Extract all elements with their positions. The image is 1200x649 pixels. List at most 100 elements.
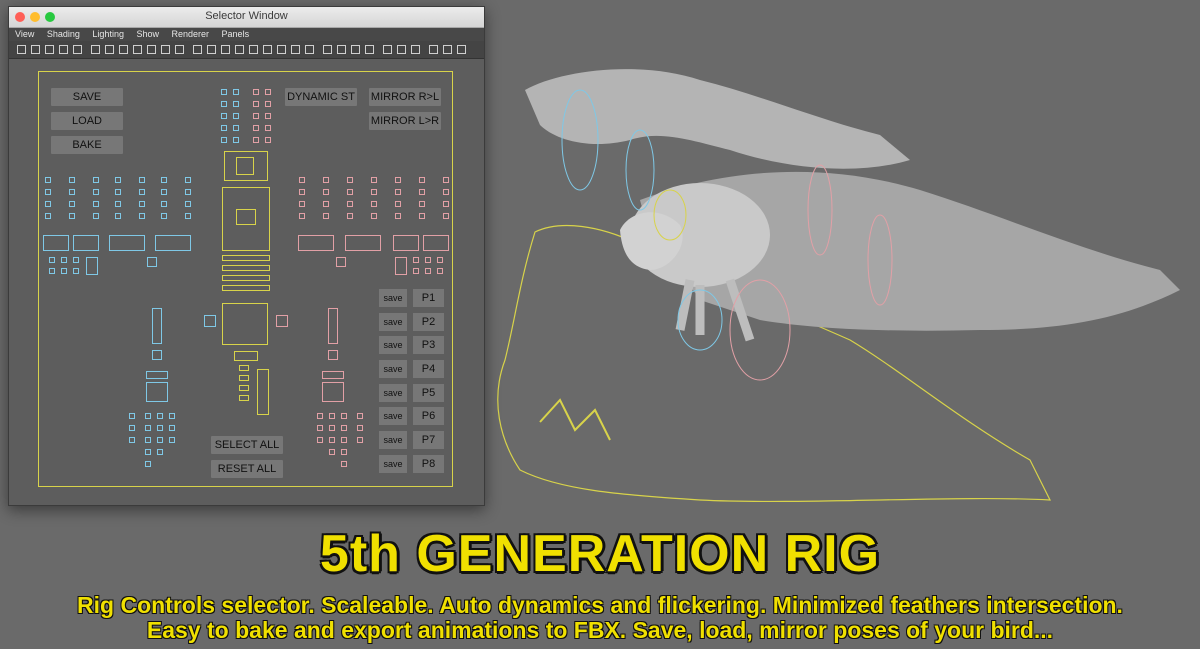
pose-save-button[interactable]: save — [379, 431, 407, 449]
right-wing-control[interactable] — [345, 235, 381, 251]
left-wing-control[interactable] — [43, 235, 69, 251]
menu-panels[interactable]: Panels — [222, 29, 250, 39]
right-feather-control[interactable] — [347, 201, 353, 207]
left-toe-control[interactable] — [169, 437, 175, 443]
smooth-shade-icon[interactable] — [207, 45, 216, 54]
right-finger-control[interactable] — [413, 268, 419, 274]
menu-shading[interactable]: Shading — [47, 29, 80, 39]
beak-control[interactable] — [233, 125, 239, 131]
beak-control[interactable] — [253, 137, 259, 143]
bake-button[interactable]: BAKE — [51, 136, 123, 154]
face-control[interactable] — [253, 101, 259, 107]
safe-action-icon[interactable] — [147, 45, 156, 54]
resolution-gate-icon[interactable] — [105, 45, 114, 54]
right-wrist-control[interactable] — [336, 257, 346, 267]
left-finger-control[interactable] — [73, 257, 79, 263]
pose-save-button[interactable]: save — [379, 313, 407, 331]
pose-p4-button[interactable]: P4 — [413, 360, 444, 378]
reset-all-button[interactable]: RESET ALL — [211, 460, 283, 478]
beak-control[interactable] — [221, 125, 227, 131]
image-plane-icon[interactable] — [59, 45, 68, 54]
load-button[interactable]: LOAD — [51, 112, 123, 130]
right-feather-control[interactable] — [371, 213, 377, 219]
left-feather-control[interactable] — [93, 177, 99, 183]
left-feather-control[interactable] — [115, 189, 121, 195]
left-feather-control[interactable] — [69, 189, 75, 195]
right-finger-control[interactable] — [425, 268, 431, 274]
left-wing-control[interactable] — [73, 235, 99, 251]
left-wing-control[interactable] — [155, 235, 191, 251]
left-finger-control[interactable] — [49, 268, 55, 274]
pose-p1-button[interactable]: P1 — [413, 289, 444, 307]
right-feather-control[interactable] — [443, 201, 449, 207]
left-hip-control[interactable] — [204, 315, 216, 327]
hud-icon[interactable] — [175, 45, 184, 54]
right-feather-control[interactable] — [347, 177, 353, 183]
left-feather-control[interactable] — [69, 201, 75, 207]
left-feather-control[interactable] — [45, 213, 51, 219]
spine-control-4[interactable] — [222, 285, 270, 291]
antialias-icon[interactable] — [291, 45, 300, 54]
left-toe-control[interactable] — [157, 425, 163, 431]
right-feather-control[interactable] — [395, 189, 401, 195]
left-feather-control[interactable] — [93, 213, 99, 219]
pose-p6-button[interactable]: P6 — [413, 407, 444, 425]
right-toe-control[interactable] — [329, 437, 335, 443]
right-feather-control[interactable] — [443, 189, 449, 195]
right-hip-control[interactable] — [276, 315, 288, 327]
left-toe-control[interactable] — [145, 425, 151, 431]
right-thigh-control[interactable] — [328, 308, 338, 344]
right-wing-control[interactable] — [298, 235, 334, 251]
left-feather-control[interactable] — [185, 177, 191, 183]
left-feather-control[interactable] — [45, 189, 51, 195]
gamma-icon[interactable] — [397, 45, 406, 54]
right-knee-control[interactable] — [328, 350, 338, 360]
left-feather-control[interactable] — [185, 201, 191, 207]
field-chart-icon[interactable] — [133, 45, 142, 54]
face-control[interactable] — [253, 113, 259, 119]
ambient-occlusion-icon[interactable] — [263, 45, 272, 54]
right-toe-control[interactable] — [341, 413, 347, 419]
pose-p5-button[interactable]: P5 — [413, 384, 444, 402]
right-hand-control[interactable] — [395, 257, 407, 275]
right-feather-control[interactable] — [347, 189, 353, 195]
right-finger-control[interactable] — [413, 257, 419, 263]
left-finger-control[interactable] — [73, 268, 79, 274]
right-feather-control[interactable] — [395, 201, 401, 207]
exposure-icon[interactable] — [383, 45, 392, 54]
left-wing-control[interactable] — [109, 235, 145, 251]
spine-control-2[interactable] — [222, 265, 270, 271]
right-feather-control[interactable] — [419, 201, 425, 207]
right-feather-control[interactable] — [299, 213, 305, 219]
right-toe-control[interactable] — [341, 437, 347, 443]
right-finger-control[interactable] — [425, 257, 431, 263]
left-toe-control[interactable] — [129, 425, 135, 431]
right-toe-control[interactable] — [317, 425, 323, 431]
left-feather-control[interactable] — [161, 177, 167, 183]
left-toe-control[interactable] — [145, 437, 151, 443]
right-feather-control[interactable] — [419, 189, 425, 195]
lights-icon[interactable] — [235, 45, 244, 54]
face-control[interactable] — [221, 101, 227, 107]
right-feather-control[interactable] — [419, 177, 425, 183]
pose-p3-button[interactable]: P3 — [413, 336, 444, 354]
left-feather-control[interactable] — [161, 213, 167, 219]
pose-save-button[interactable]: save — [379, 455, 407, 473]
left-toe-control[interactable] — [169, 425, 175, 431]
left-toe-control[interactable] — [129, 413, 135, 419]
right-toe-control[interactable] — [329, 449, 335, 455]
face-control[interactable] — [233, 101, 239, 107]
color-manage-icon[interactable] — [411, 45, 420, 54]
film-gate-icon[interactable] — [73, 45, 82, 54]
tail-feather-control-4[interactable] — [239, 395, 249, 401]
right-toe-control[interactable] — [317, 437, 323, 443]
right-ankle-control[interactable] — [322, 371, 344, 379]
left-feather-control[interactable] — [115, 177, 121, 183]
left-feather-control[interactable] — [69, 177, 75, 183]
menu-show[interactable]: Show — [136, 29, 159, 39]
two-panel-icon[interactable] — [443, 45, 452, 54]
tail-feather-control-3[interactable] — [239, 385, 249, 391]
left-finger-control[interactable] — [61, 257, 67, 263]
right-feather-control[interactable] — [443, 177, 449, 183]
left-foot-control[interactable] — [146, 382, 168, 402]
